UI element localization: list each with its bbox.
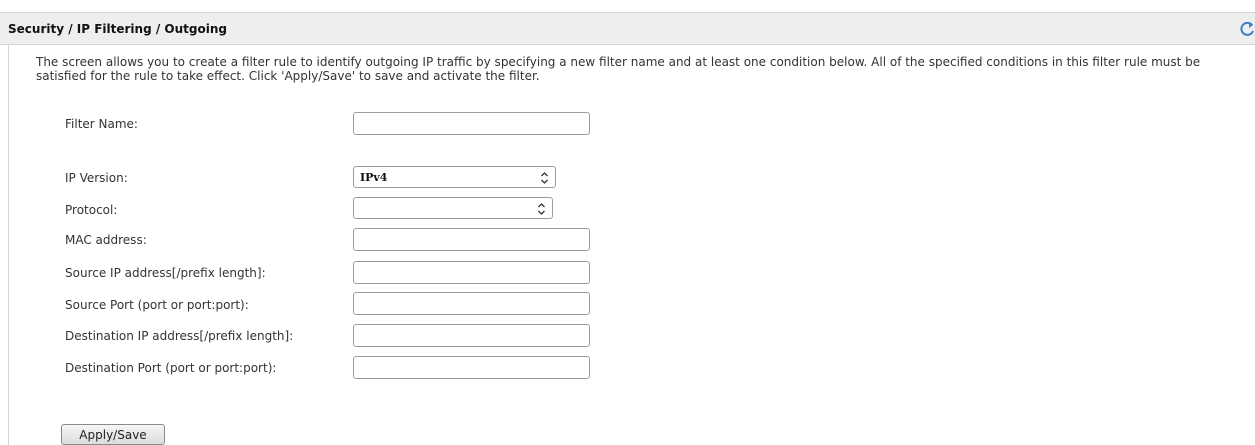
source-ip-label: Source IP address[/prefix length]:	[65, 266, 266, 280]
page: Security / IP Filtering / Outgoing The s…	[0, 0, 1255, 445]
content-left-border	[8, 45, 9, 445]
ip-version-selected-value: IPv4	[360, 171, 388, 184]
source-port-label: Source Port (port or port:port):	[65, 298, 249, 312]
protocol-select[interactable]	[353, 197, 553, 219]
updown-chevron-icon	[540, 170, 549, 184]
filter-name-input[interactable]	[353, 112, 590, 135]
page-title: Security / IP Filtering / Outgoing	[8, 22, 227, 36]
ip-version-select[interactable]: IPv4	[353, 166, 556, 188]
mac-address-label: MAC address:	[65, 233, 147, 247]
mac-address-input[interactable]	[353, 228, 590, 251]
filter-name-label: Filter Name:	[65, 117, 138, 131]
updown-chevron-icon	[537, 201, 546, 215]
source-ip-input[interactable]	[353, 261, 590, 284]
dest-port-label: Destination Port (port or port:port):	[65, 361, 277, 375]
dest-port-input[interactable]	[353, 356, 590, 379]
ip-version-label: IP Version:	[65, 171, 128, 185]
description-text: The screen allows you to create a filter…	[36, 55, 1201, 83]
header-bar: Security / IP Filtering / Outgoing	[0, 12, 1255, 45]
protocol-label: Protocol:	[65, 203, 118, 217]
source-port-input[interactable]	[353, 292, 590, 315]
refresh-icon[interactable]	[1239, 20, 1255, 38]
apply-save-button[interactable]: Apply/Save	[61, 424, 165, 445]
dest-ip-input[interactable]	[353, 324, 590, 347]
dest-ip-label: Destination IP address[/prefix length]:	[65, 329, 294, 343]
